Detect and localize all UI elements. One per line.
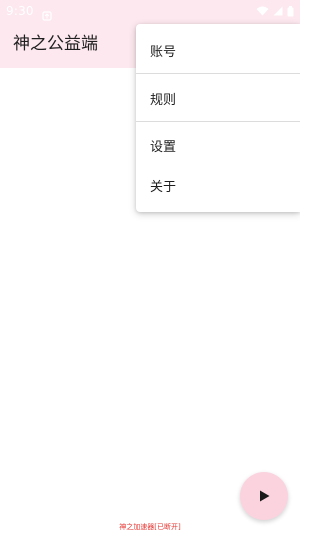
menu-item-rules[interactable]: 规则 [136,78,300,118]
battery-icon [287,5,294,17]
status-bar: 9:30 [0,0,300,22]
menu-item-label: 账号 [150,44,177,60]
cell-signal-icon [273,6,283,16]
menu-divider [136,121,300,122]
connection-status-text: 神之加速器[已断开] [119,523,181,531]
app-title: 神之公益端 [13,34,98,54]
menu-item-settings[interactable]: 设置 [136,125,300,165]
overflow-menu: 账号 规则 设置 关于 [136,24,300,212]
notification-icon [42,6,52,21]
menu-item-label: 关于 [150,179,177,195]
menu-divider [136,73,300,74]
status-time: 9:30 [6,4,34,18]
menu-item-label: 设置 [150,139,177,155]
menu-item-about[interactable]: 关于 [136,165,300,205]
start-fab-button[interactable] [240,472,288,520]
menu-item-account[interactable]: 账号 [136,30,300,70]
play-icon [257,489,271,503]
app-screen: 9:30 神之公益端 账号 规则 设置 关于 神之加速器[已断开] [0,0,300,533]
status-icons [256,5,294,17]
wifi-icon [256,6,269,16]
menu-item-label: 规则 [150,92,177,108]
